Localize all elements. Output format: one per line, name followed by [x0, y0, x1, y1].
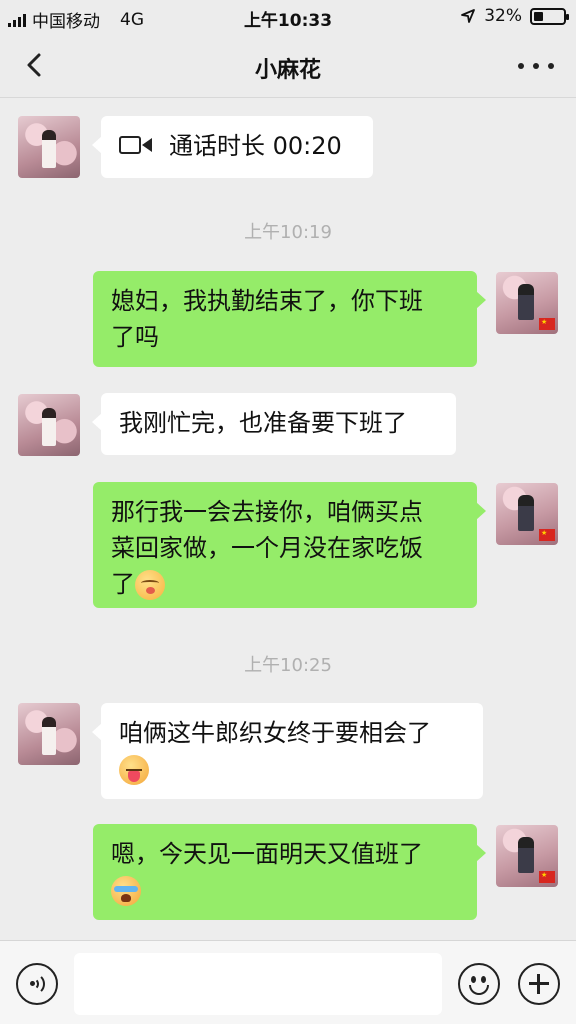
chat-messages: 通话时长 00:20 上午10:19 ★ 媳妇，我执勤结束了，你下班 了吗 我刚…	[0, 98, 576, 940]
more-dots-icon	[518, 63, 524, 69]
avatar-contact[interactable]	[18, 394, 80, 456]
crying-face-emoji-icon	[111, 876, 141, 906]
timestamp: 上午10:19	[244, 222, 332, 243]
china-flag-icon: ★	[539, 318, 555, 330]
more-button[interactable]	[518, 54, 554, 78]
more-actions-button[interactable]	[518, 963, 560, 1005]
call-duration-text: 通话时长 00:20	[169, 132, 342, 160]
input-bar	[0, 940, 576, 1024]
location-arrow-icon	[461, 9, 476, 23]
sick-face-emoji-icon	[135, 570, 165, 600]
message-text: 媳妇，我执勤结束了，你下班	[111, 287, 423, 315]
message-text: 了吗	[111, 323, 159, 351]
status-bar: 中国移动 4G 上午10:33 32%	[0, 0, 576, 34]
message-outgoing[interactable]: 那行我一会去接你，咱俩买点 菜回家做，一个月没在家吃饭 了	[93, 482, 486, 608]
message-text: 嗯，今天见一面明天又值班了	[111, 840, 423, 868]
message-outgoing[interactable]: 嗯，今天见一面明天又值班了	[93, 824, 486, 920]
message-call-record[interactable]: 通话时长 00:20	[92, 116, 373, 178]
avatar-contact[interactable]	[18, 703, 80, 765]
avatar-contact[interactable]	[18, 116, 80, 178]
status-right: 32%	[460, 6, 569, 26]
message-incoming[interactable]: 我刚忙完，也准备要下班了	[92, 393, 456, 455]
chat-header: 小麻花	[0, 34, 576, 98]
message-outgoing[interactable]: 媳妇，我执勤结束了，你下班 了吗	[93, 271, 486, 367]
message-text: 菜回家做，一个月没在家吃饭	[111, 534, 423, 562]
voice-button[interactable]	[16, 963, 58, 1005]
tongue-face-emoji-icon	[119, 755, 149, 785]
chat-title: 小麻花	[254, 58, 321, 83]
avatar-self[interactable]: ★	[496, 483, 558, 545]
timestamp: 上午10:25	[244, 655, 332, 676]
message-text: 我刚忙完，也准备要下班了	[119, 409, 407, 437]
message-text: 那行我一会去接你，咱俩买点	[111, 498, 423, 526]
battery-icon	[530, 7, 569, 25]
message-input[interactable]	[74, 953, 442, 1015]
video-call-icon	[119, 135, 153, 157]
message-text: 了	[111, 570, 135, 598]
battery-percent: 32%	[484, 6, 522, 26]
message-text: 咱俩这牛郎织女终于要相会了	[119, 719, 431, 747]
emoji-button[interactable]	[458, 963, 500, 1005]
china-flag-icon: ★	[539, 529, 555, 541]
message-incoming[interactable]: 咱俩这牛郎织女终于要相会了	[92, 703, 483, 799]
avatar-self[interactable]: ★	[496, 272, 558, 334]
avatar-self[interactable]: ★	[496, 825, 558, 887]
china-flag-icon: ★	[539, 871, 555, 883]
battery-fill	[534, 11, 543, 21]
